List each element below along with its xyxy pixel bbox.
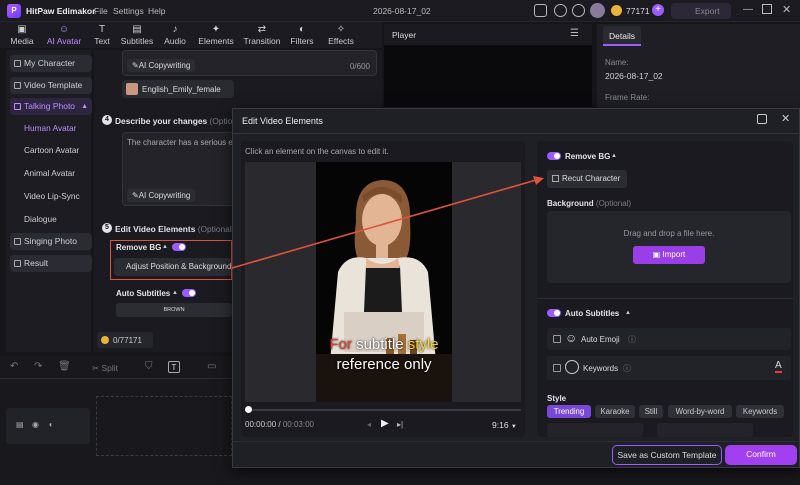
annotation-arrow <box>231 176 544 269</box>
